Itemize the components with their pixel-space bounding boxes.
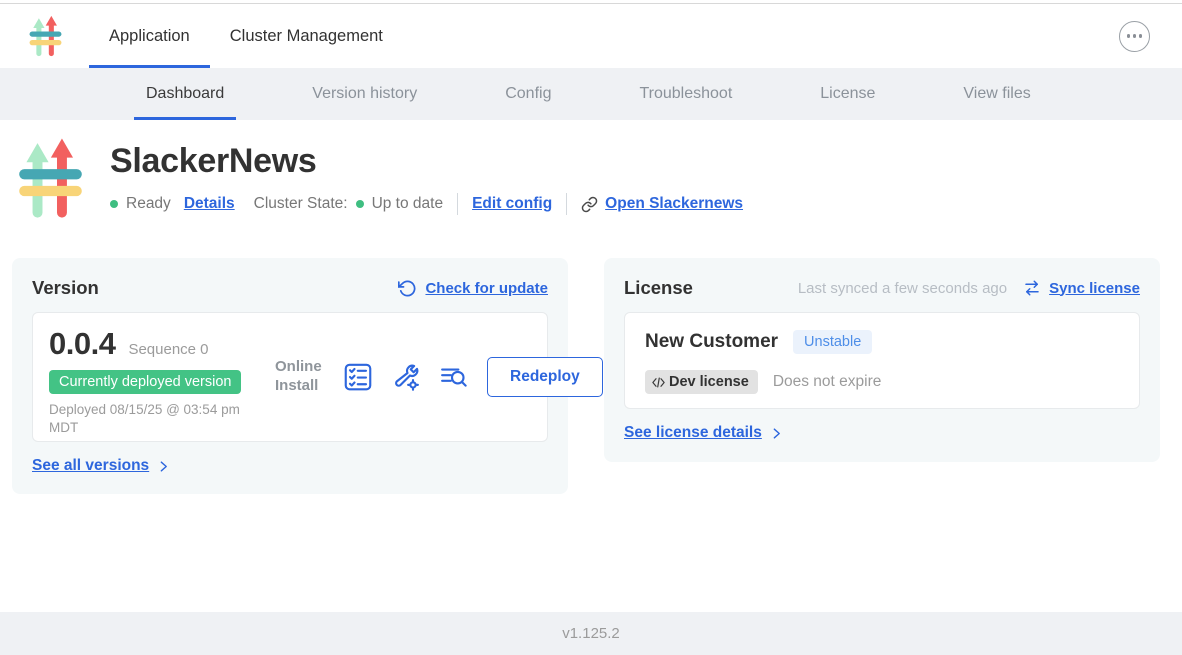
subtab-config[interactable]: Config <box>493 68 563 120</box>
chevron-right-icon <box>770 426 783 441</box>
subtab-dashboard[interactable]: Dashboard <box>134 68 236 120</box>
code-icon <box>651 375 666 390</box>
current-version-panel: 0.0.4 Sequence 0 Currently deployed vers… <box>32 312 548 442</box>
subtab-config-label: Config <box>505 85 551 103</box>
sync-license-link[interactable]: Sync license <box>1023 279 1140 297</box>
see-license-details-link[interactable]: See license details <box>624 424 783 442</box>
redeploy-button[interactable]: Redeploy <box>487 357 603 397</box>
check-for-update-label: Check for update <box>425 280 548 297</box>
sequence-label: Sequence 0 <box>128 341 208 358</box>
version-card: Version Check for update 0.0.4 Sequence … <box>12 258 568 494</box>
last-synced-text: Last synced a few seconds ago <box>798 280 1007 297</box>
subtab-license-label: License <box>820 85 875 103</box>
version-number: 0.0.4 <box>49 326 115 362</box>
app-status-text: Ready <box>126 195 171 213</box>
sync-license-label: Sync license <box>1049 280 1140 297</box>
top-nav-tabs: Application Cluster Management <box>89 4 403 68</box>
refresh-icon <box>398 279 417 298</box>
deployed-timestamp: Deployed 08/15/25 @ 03:54 pm MDT <box>49 401 259 437</box>
see-all-versions-label: See all versions <box>32 457 149 475</box>
page: { "top_nav": { "tabs": [ { "label": "App… <box>0 0 1182 655</box>
deploy-logs-icon[interactable] <box>439 362 469 392</box>
license-card-title: License <box>624 277 693 299</box>
subtab-version-history-label: Version history <box>312 85 417 103</box>
subtab-license[interactable]: License <box>808 68 887 120</box>
cluster-state-label: Cluster State: <box>254 195 348 213</box>
tab-application[interactable]: Application <box>89 4 210 68</box>
see-all-versions-link[interactable]: See all versions <box>32 457 170 475</box>
customer-name: New Customer <box>645 331 778 353</box>
app-status-row: Ready Details Cluster State: Up to date … <box>110 193 743 215</box>
check-for-update-link[interactable]: Check for update <box>398 279 548 298</box>
ellipsis-icon <box>1127 34 1130 37</box>
version-card-title: Version <box>32 277 99 299</box>
app-sub-nav: Dashboard Version history Config Trouble… <box>0 68 1182 120</box>
license-type-badge: Dev license <box>645 370 758 394</box>
license-card: License Last synced a few seconds ago Sy… <box>604 258 1160 462</box>
deployed-badge: Currently deployed version <box>49 370 241 394</box>
subtab-dashboard-label: Dashboard <box>146 85 224 103</box>
app-status-dot <box>110 200 118 208</box>
app-logo-icon <box>28 15 89 58</box>
console-version: v1.125.2 <box>562 625 620 642</box>
channel-badge: Unstable <box>793 330 872 354</box>
license-panel: New Customer Unstable Dev license Does n… <box>624 312 1140 409</box>
subtab-version-history[interactable]: Version history <box>300 68 429 120</box>
tab-cluster-management-label: Cluster Management <box>230 27 383 46</box>
ellipsis-menu-button[interactable] <box>1119 21 1150 52</box>
sync-icon <box>1023 279 1041 297</box>
config-tools-icon[interactable] <box>391 362 421 392</box>
preflight-checks-icon[interactable] <box>343 362 373 392</box>
tab-application-label: Application <box>109 27 190 46</box>
subtab-view-files-label: View files <box>963 85 1030 103</box>
details-link[interactable]: Details <box>184 195 235 213</box>
see-license-details-label: See license details <box>624 424 762 442</box>
app-header: SlackerNews Ready Details Cluster State:… <box>16 137 743 221</box>
open-app-link[interactable]: Open Slackernews <box>581 195 743 213</box>
top-nav: Application Cluster Management <box>0 4 1182 68</box>
chevron-right-icon <box>157 459 170 474</box>
footer: v1.125.2 <box>0 612 1182 655</box>
tab-cluster-management[interactable]: Cluster Management <box>210 4 403 68</box>
subtab-troubleshoot-label: Troubleshoot <box>639 85 732 103</box>
divider <box>566 193 567 215</box>
expiration-text: Does not expire <box>773 373 882 391</box>
cluster-state-value: Up to date <box>372 195 444 213</box>
edit-config-link[interactable]: Edit config <box>472 195 552 213</box>
app-icon <box>16 137 85 221</box>
page-title: SlackerNews <box>110 142 743 180</box>
install-type-label: Online Install <box>275 358 325 396</box>
divider <box>457 193 458 215</box>
license-type-label: Dev license <box>669 374 749 390</box>
cluster-state-dot <box>356 200 364 208</box>
link-icon <box>581 196 598 213</box>
subtab-view-files[interactable]: View files <box>951 68 1042 120</box>
subtab-troubleshoot[interactable]: Troubleshoot <box>627 68 744 120</box>
open-app-label: Open Slackernews <box>605 195 743 213</box>
